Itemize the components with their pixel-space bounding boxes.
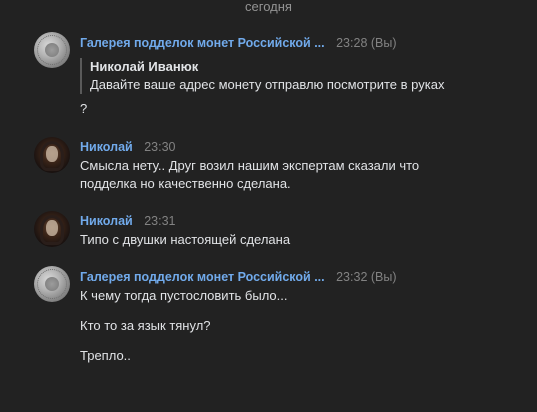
avatar[interactable] bbox=[34, 266, 70, 302]
message-header: Николай 23:31 bbox=[80, 213, 175, 229]
author-name[interactable]: Николай bbox=[80, 140, 133, 154]
reply-quote[interactable]: Николай Иванюк Давайте ваше адрес монету… bbox=[80, 58, 444, 94]
author-name[interactable]: Галерея подделок монет Российской ... bbox=[80, 270, 325, 284]
avatar[interactable] bbox=[34, 211, 70, 247]
message-time[interactable]: 23:32 (Вы) bbox=[336, 270, 396, 284]
message-time[interactable]: 23:31 bbox=[144, 214, 175, 228]
message-text-line: Типо с двушки настоящей сделана bbox=[80, 232, 291, 247]
author-name[interactable]: Галерея подделок монет Российской ... bbox=[80, 36, 325, 50]
coin-center bbox=[45, 43, 59, 57]
avatar-face bbox=[46, 146, 58, 162]
avatar[interactable] bbox=[34, 32, 70, 68]
avatar[interactable] bbox=[34, 137, 70, 173]
author-name[interactable]: Николай bbox=[80, 214, 133, 228]
coin-center bbox=[45, 277, 59, 291]
quote-author: Николай Иванюк bbox=[90, 59, 199, 74]
message-text-line: К чему тогда пустословить было... bbox=[80, 288, 288, 303]
avatar-face bbox=[46, 220, 58, 236]
message-text-line: Кто то за язык тянул? bbox=[80, 318, 211, 333]
message-header: Николай 23:30 bbox=[80, 139, 175, 155]
message-text-line: подделка но качественно сделана. bbox=[80, 176, 291, 191]
message-text-line: Смысла нету.. Друг возил нашим экспертам… bbox=[80, 158, 420, 173]
message-text: ? bbox=[80, 101, 88, 116]
message-header: Галерея подделок монет Российской ... 23… bbox=[80, 35, 397, 51]
message-text-line: Трепло.. bbox=[80, 348, 131, 363]
message-time[interactable]: 23:28 (Вы) bbox=[336, 36, 396, 50]
message-header: Галерея подделок монет Российской ... 23… bbox=[80, 269, 397, 285]
date-divider: сегодня bbox=[245, 0, 292, 14]
message-time[interactable]: 23:30 bbox=[144, 140, 175, 154]
quote-text: Давайте ваше адрес монету отправлю посмо… bbox=[90, 77, 445, 92]
